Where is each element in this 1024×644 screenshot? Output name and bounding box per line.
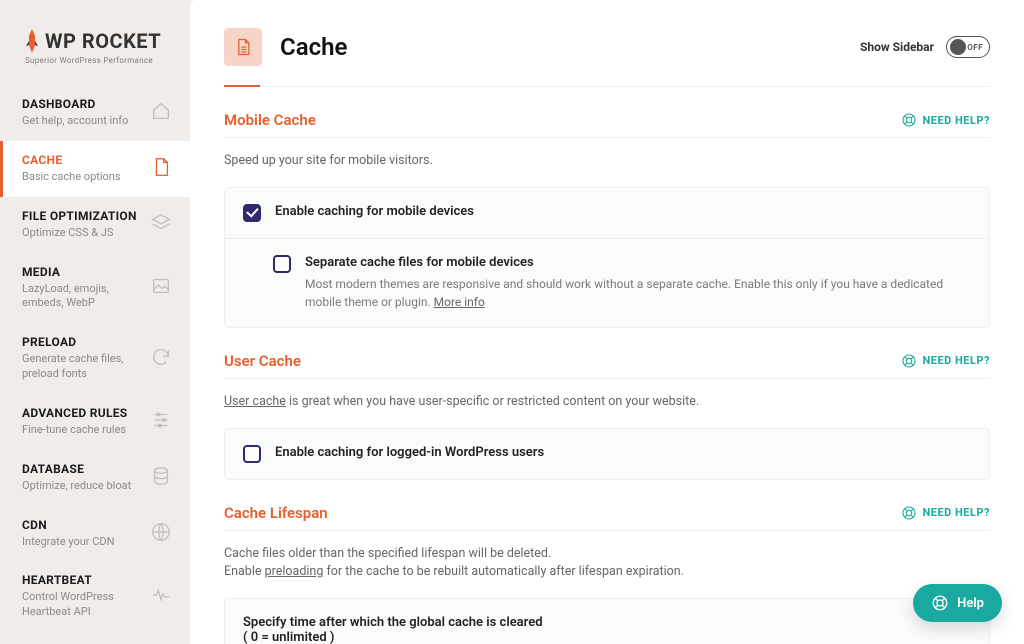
nav-title: CACHE (22, 153, 121, 167)
help-fab-label: Help (957, 596, 984, 611)
lifebuoy-icon (901, 505, 917, 521)
nav-title: CDN (22, 518, 114, 532)
nav-subtitle: Optimize, reduce bloat (22, 479, 131, 494)
help-link-mobile-cache[interactable]: NEED HELP? (901, 112, 991, 128)
sidebar-item-database[interactable]: DATABASE Optimize, reduce bloat (0, 450, 190, 506)
nav-subtitle: LazyLoad, emojis, embeds, WebP (22, 282, 150, 312)
rocket-icon (25, 28, 39, 54)
nav-title: FILE OPTIMIZATION (22, 209, 137, 223)
nav-title: DASHBOARD (22, 97, 128, 111)
section-title-mobile-cache: Mobile Cache (224, 111, 316, 129)
globe-icon (150, 521, 172, 547)
lifebuoy-icon (901, 353, 917, 369)
show-sidebar-toggle[interactable]: OFF (946, 36, 990, 58)
section-title-cache-lifespan: Cache Lifespan (224, 504, 328, 522)
sidebar-item-dashboard[interactable]: DASHBOARD Get help, account info (0, 85, 190, 141)
nav-title: MEDIA (22, 265, 150, 279)
page-header: Cache Show Sidebar OFF (224, 28, 990, 87)
cache-lifespan-sub: ( 0 = unlimited ) (243, 630, 543, 644)
section-user-cache: User Cache NEED HELP? User cache is grea… (224, 352, 990, 480)
nav-list: DASHBOARD Get help, account info CACHE Basi… (0, 85, 190, 632)
main: Cache Show Sidebar OFF Mobile Cache NEED… (190, 0, 1024, 644)
checkbox-separate-cache[interactable] (273, 255, 291, 273)
setting-cache-lifespan: Specify time after which the global cach… (225, 599, 989, 644)
setting-enable-mobile-cache: Enable caching for mobile devices (225, 188, 989, 238)
sidebar-item-cdn[interactable]: CDN Integrate your CDN (0, 506, 190, 562)
page-title: Cache (280, 33, 347, 61)
need-help-label: NEED HELP? (923, 354, 991, 367)
cache-lifespan-card: Specify time after which the global cach… (224, 598, 990, 644)
nav-subtitle: Fine-tune cache rules (22, 423, 127, 438)
cache-lifespan-label: Specify time after which the global cach… (243, 615, 543, 630)
nav-title: ADVANCED RULES (22, 406, 127, 420)
refresh-icon (150, 346, 172, 372)
help-fab[interactable]: Help (913, 584, 1002, 622)
user-cache-desc: User cache is great when you have user-s… (224, 393, 990, 412)
nav-title: HEARTBEAT (22, 573, 150, 587)
image-icon (150, 275, 172, 301)
nav-subtitle: Get help, account info (22, 114, 128, 129)
separate-cache-note: Most modern themes are responsive and sh… (305, 275, 971, 311)
help-link-cache-lifespan[interactable]: NEED HELP? (901, 505, 991, 521)
enable-user-cache-label: Enable caching for logged-in WordPress u… (275, 445, 544, 460)
preloading-link[interactable]: preloading (265, 564, 324, 579)
setting-enable-user-cache: Enable caching for logged-in WordPress u… (225, 429, 989, 479)
need-help-label: NEED HELP? (923, 506, 991, 519)
sidebar-item-preload[interactable]: PRELOAD Generate cache files, preload fon… (0, 323, 190, 394)
nav-subtitle: Generate cache files, preload fonts (22, 352, 150, 382)
setting-separate-cache: Separate cache files for mobile devices … (225, 238, 989, 327)
user-cache-link[interactable]: User cache (224, 394, 286, 409)
user-cache-card: Enable caching for logged-in WordPress u… (224, 428, 990, 480)
page-icon (224, 28, 262, 66)
sidebar-item-media[interactable]: MEDIA LazyLoad, emojis, embeds, WebP (0, 253, 190, 324)
checkbox-enable-user-cache[interactable] (243, 445, 261, 463)
database-icon (150, 465, 172, 491)
nav-subtitle: Optimize CSS & JS (22, 226, 137, 241)
layers-icon (150, 212, 172, 238)
nav-subtitle: Control WordPress Heartbeat API (22, 590, 150, 620)
checkbox-enable-mobile-cache[interactable] (243, 204, 261, 222)
sidebar-item-file-optimization[interactable]: FILE OPTIMIZATION Optimize CSS & JS (0, 197, 190, 253)
lifebuoy-icon (931, 594, 949, 612)
sliders-icon (150, 409, 172, 435)
home-icon (150, 100, 172, 126)
toggle-state-label: OFF (967, 43, 983, 52)
section-mobile-cache: Mobile Cache NEED HELP? Speed up your si… (224, 111, 990, 328)
separate-cache-label: Separate cache files for mobile devices (305, 255, 971, 270)
nav-subtitle: Basic cache options (22, 170, 121, 185)
nav-title: DATABASE (22, 462, 131, 476)
mobile-cache-desc: Speed up your site for mobile visitors. (224, 152, 990, 171)
nav-title: PRELOAD (22, 335, 150, 349)
logo-tagline: Superior WordPress Performance (25, 56, 165, 65)
file-icon (233, 37, 253, 57)
logo: WP ROCKET Superior WordPress Performance (0, 28, 190, 85)
section-title-user-cache: User Cache (224, 352, 301, 370)
sidebar-item-cache[interactable]: CACHE Basic cache options (0, 141, 190, 197)
sidebar-item-advanced-rules[interactable]: ADVANCED RULES Fine-tune cache rules (0, 394, 190, 450)
show-sidebar-label: Show Sidebar (860, 40, 934, 54)
logo-text-rocket: ROCKET (82, 29, 161, 53)
sidebar: WP ROCKET Superior WordPress Performance… (0, 0, 190, 644)
section-cache-lifespan: Cache Lifespan NEED HELP? Cache files ol… (224, 504, 990, 644)
enable-mobile-cache-label: Enable caching for mobile devices (275, 204, 474, 219)
sidebar-item-heartbeat[interactable]: HEARTBEAT Control WordPress Heartbeat API (0, 561, 190, 632)
file-icon (150, 156, 172, 182)
heartbeat-icon (150, 584, 172, 610)
lifebuoy-icon (901, 112, 917, 128)
cache-lifespan-desc: Cache files older than the specified lif… (224, 545, 990, 583)
logo-text-wp: WP (45, 29, 76, 53)
need-help-label: NEED HELP? (923, 114, 991, 127)
more-info-link[interactable]: More info (434, 295, 485, 309)
mobile-cache-card: Enable caching for mobile devices Separa… (224, 187, 990, 328)
help-link-user-cache[interactable]: NEED HELP? (901, 353, 991, 369)
nav-subtitle: Integrate your CDN (22, 535, 114, 550)
